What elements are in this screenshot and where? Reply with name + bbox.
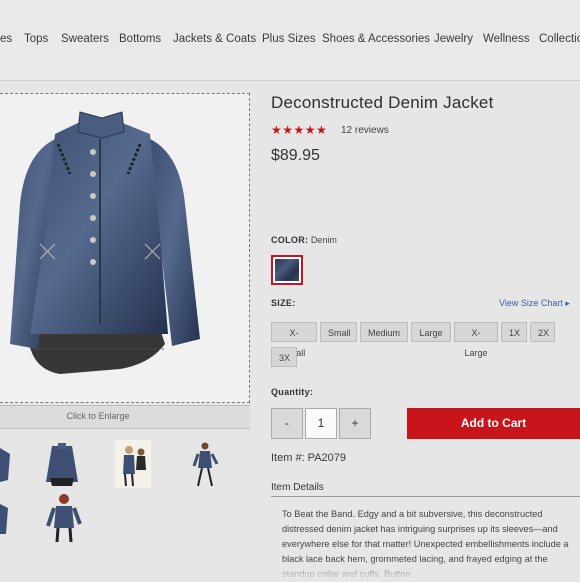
- thumbnail-4[interactable]: [190, 440, 220, 488]
- color-row: COLOR: Denim: [271, 235, 337, 245]
- product-price: $89.95: [271, 147, 320, 164]
- size-option-medium[interactable]: Medium: [360, 322, 408, 342]
- nav-item-wellness[interactable]: Wellness: [483, 33, 529, 45]
- reviews-link[interactable]: 12 reviews: [341, 125, 389, 136]
- jacket-image: [10, 111, 200, 374]
- nav-item-tops[interactable]: Tops: [24, 33, 48, 45]
- nav-item-sweaters[interactable]: Sweaters: [61, 33, 109, 45]
- size-option-large[interactable]: Large: [411, 322, 451, 342]
- main-product-image[interactable]: [0, 93, 250, 403]
- size-option-x-small[interactable]: X-Small: [271, 322, 317, 358]
- size-option-x-large[interactable]: X-Large: [454, 322, 498, 358]
- click-to-enlarge-label[interactable]: Click to Enlarge: [0, 411, 196, 421]
- size-option-2x[interactable]: 2X: [530, 322, 555, 342]
- quantity-decrease-button[interactable]: -: [271, 408, 303, 439]
- item-details-tab[interactable]: Item Details: [271, 482, 324, 493]
- size-option-1x[interactable]: 1X: [501, 322, 527, 342]
- nav-divider: [0, 80, 580, 81]
- add-to-cart-button[interactable]: Add to Cart: [407, 408, 580, 439]
- nav-item-accessories[interactable]: es: [0, 33, 12, 45]
- size-chart-link[interactable]: View Size Chart ▸: [499, 298, 570, 309]
- quantity-input[interactable]: 1: [305, 408, 337, 439]
- thumbnail-5[interactable]: [0, 494, 12, 542]
- description-fade: [270, 560, 580, 580]
- details-divider: [271, 496, 580, 497]
- size-label: SIZE:: [271, 298, 296, 308]
- quantity-increase-button[interactable]: +: [339, 408, 371, 439]
- color-swatch-denim[interactable]: [271, 255, 303, 285]
- nav-item-collections[interactable]: Collectio: [539, 33, 580, 45]
- nav-item-jackets-coats[interactable]: Jackets & Coats: [173, 33, 256, 45]
- size-option-small[interactable]: Small: [320, 322, 357, 342]
- item-number: Item #: PA2079: [271, 452, 347, 464]
- quantity-label: Quantity:: [271, 387, 314, 397]
- top-nav: es Tops Sweaters Bottoms Jackets & Coats…: [0, 0, 580, 80]
- swatch-fill: [275, 259, 299, 281]
- enlarge-bar[interactable]: Click to Enlarge: [0, 405, 250, 429]
- thumbnail-2[interactable]: [44, 440, 80, 488]
- nav-item-plus-sizes[interactable]: Plus Sizes: [262, 33, 316, 45]
- nav-item-jewelry[interactable]: Jewelry: [434, 33, 473, 45]
- product-title: Deconstructed Denim Jacket: [271, 93, 494, 112]
- rating-stars-icon[interactable]: ★★★★★: [271, 123, 327, 137]
- color-value: Denim: [310, 235, 337, 245]
- size-option-3x[interactable]: 3X: [271, 347, 297, 367]
- thumbnail-1[interactable]: [0, 440, 12, 488]
- color-label: COLOR:: [271, 235, 309, 245]
- thumbnail-3[interactable]: [115, 440, 151, 488]
- thumbnail-6[interactable]: [44, 492, 84, 544]
- nav-item-shoes-accessories[interactable]: Shoes & Accessories: [322, 33, 430, 45]
- nav-item-bottoms[interactable]: Bottoms: [119, 33, 161, 45]
